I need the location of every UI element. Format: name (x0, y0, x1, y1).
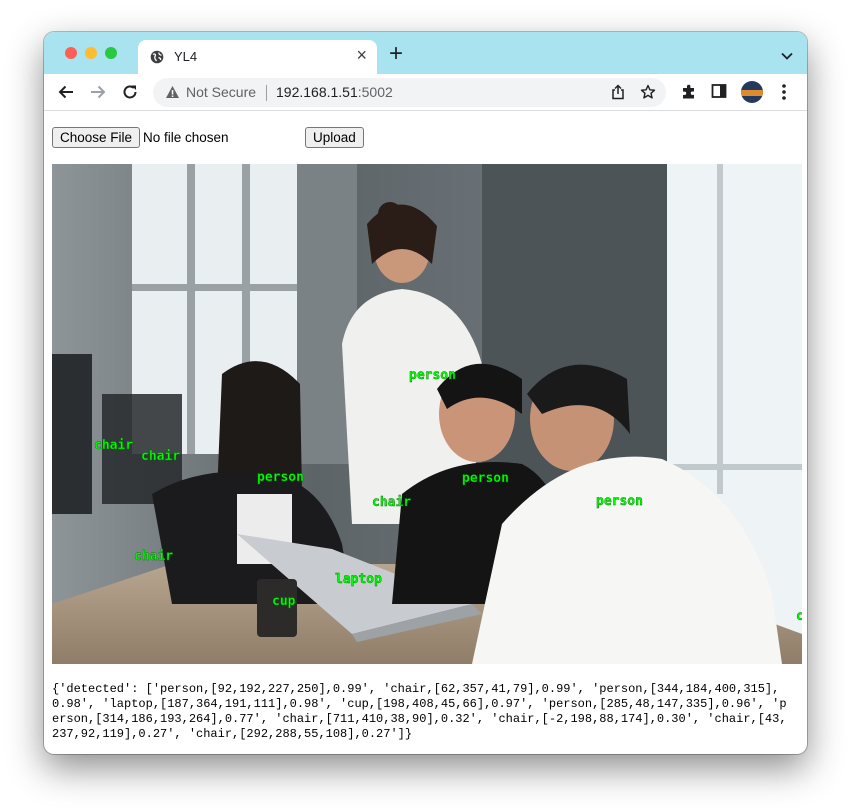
bookmark-star-icon[interactable] (640, 84, 656, 105)
extensions-puzzle-icon[interactable] (680, 83, 698, 106)
share-icon[interactable] (611, 84, 625, 105)
detection-label: person (596, 494, 643, 509)
page-content: Choose File No file chosen Upload person… (44, 111, 807, 754)
browser-toolbar: Not Secure 192.168.1.51:5002 (44, 74, 807, 111)
new-tab-button[interactable]: + (389, 42, 403, 66)
reload-icon[interactable] (121, 83, 139, 106)
url-port: :5002 (357, 84, 393, 100)
back-arrow-icon[interactable] (57, 83, 75, 106)
detection-label: person (462, 471, 509, 486)
no-file-chosen-label: No file chosen (143, 130, 229, 145)
warning-triangle-icon[interactable] (165, 85, 180, 104)
detection-label: chair (141, 449, 180, 464)
maximize-window-button[interactable] (105, 47, 117, 59)
url-text[interactable]: 192.168.1.51:5002 (276, 84, 393, 100)
url-host: 192.168.1.51 (276, 84, 358, 100)
detection-label: chair (134, 549, 173, 564)
tab-title: YL4 (174, 49, 198, 64)
detection-label: laptop (335, 572, 382, 587)
detection-label: chair (372, 495, 411, 510)
detection-label: person (257, 470, 304, 485)
profile-avatar[interactable] (741, 81, 763, 103)
address-divider (266, 85, 267, 101)
tab-strip: YL4 × + (44, 32, 807, 74)
globe-icon (150, 50, 164, 69)
tab-search-chevron-icon[interactable] (781, 47, 793, 65)
upload-button[interactable]: Upload (305, 127, 364, 148)
close-window-button[interactable] (65, 47, 77, 59)
detection-result-text: {'detected': ['person,[92,192,227,250],0… (52, 682, 787, 741)
more-menu-icon[interactable] (781, 83, 787, 106)
minimize-window-button[interactable] (85, 47, 97, 59)
detection-label: ch (796, 609, 802, 624)
forward-arrow-icon[interactable] (89, 83, 107, 106)
address-bar[interactable]: Not Secure 192.168.1.51:5002 (153, 78, 666, 107)
close-tab-icon[interactable]: × (356, 45, 367, 66)
detection-label: chair (94, 438, 133, 453)
browser-window: YL4 × + Not Secure 192.168.1.51:5002 Cho… (44, 32, 807, 754)
detection-label: cup (272, 594, 296, 609)
security-status-label[interactable]: Not Secure (186, 84, 256, 100)
detection-label: person (409, 368, 456, 383)
detection-result-image: person person person person chair chair … (52, 164, 802, 664)
choose-file-button[interactable]: Choose File (52, 127, 141, 148)
side-panel-icon[interactable] (711, 83, 727, 104)
tab-yl4[interactable]: YL4 × (138, 40, 377, 74)
